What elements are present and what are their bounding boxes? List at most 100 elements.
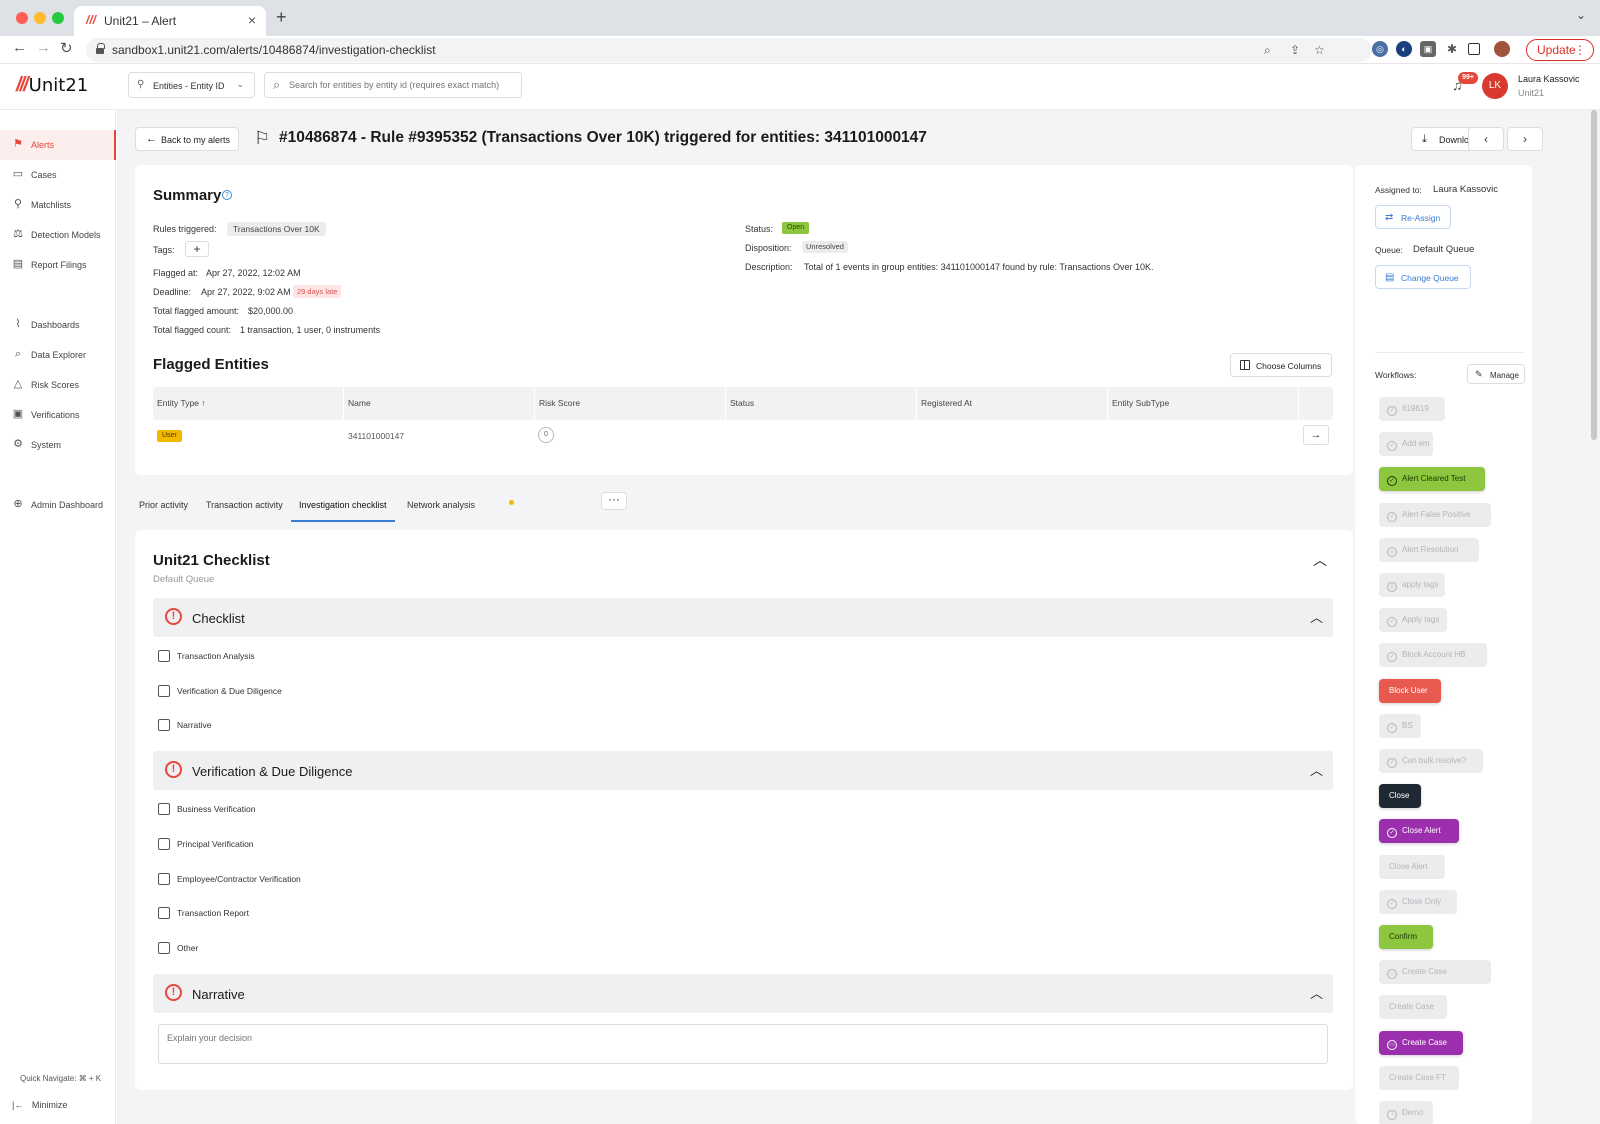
sidebar-item-system[interactable]: ⚙ System — [0, 430, 116, 460]
sidebar-item-verifications[interactable]: ▣ Verifications — [0, 400, 116, 430]
workflow-button[interactable]: ▭ Create Case — [1379, 1030, 1463, 1055]
choose-columns-button[interactable]: Choose Columns — [1230, 353, 1332, 377]
column-header[interactable]: Entity Type ↑ — [153, 387, 344, 420]
sidebar-item-report-filings[interactable]: ▤ Report Filings — [0, 250, 116, 280]
checkbox[interactable] — [158, 907, 170, 919]
extension-icon[interactable]: ▣ — [1420, 41, 1436, 57]
checklist-subtitle: Default Queue — [153, 574, 215, 585]
back-arrow-icon[interactable]: ← — [12, 39, 27, 56]
url-field[interactable]: sandbox1.unit21.com/alerts/10486874/inve… — [86, 38, 1372, 62]
browser-update-button[interactable]: Update ⋮ — [1526, 39, 1594, 61]
tab-network-analysis[interactable]: Network analysis — [407, 500, 475, 522]
checkbox[interactable] — [158, 650, 170, 662]
workflow-button[interactable]: ✓ 619619 — [1379, 397, 1445, 421]
browser-tab[interactable]: /// Unit21 – Alert × — [74, 6, 266, 36]
tab-transaction-activity[interactable]: Transaction activity — [206, 500, 283, 522]
workflow-button[interactable]: ✓ Add em — [1379, 432, 1433, 457]
column-header[interactable]: Entity SubType — [1108, 387, 1299, 420]
reassign-button[interactable]: ⇄ Re-Assign — [1375, 205, 1451, 229]
workflow-button[interactable]: ▭ Create Case — [1379, 960, 1491, 985]
workflow-button[interactable]: Create Case — [1379, 995, 1447, 1020]
share-icon[interactable]: ⇪ — [1290, 43, 1300, 57]
manage-workflows-button[interactable]: ✎ Manage — [1467, 364, 1525, 384]
sidebar-item-admin-dashboard[interactable]: ⊕ Admin Dashboard — [0, 490, 116, 520]
workflow-button[interactable]: ✓ Block Account HB — [1379, 643, 1487, 668]
tab-investigation-checklist[interactable]: Investigation checklist — [291, 500, 395, 522]
extension-icon[interactable]: ◐ — [1396, 41, 1412, 57]
sidebar-item-data-explorer[interactable]: ⌕ Data Explorer — [0, 340, 116, 370]
check-circle-icon: ✓ — [1387, 722, 1397, 733]
window-minimize-button[interactable] — [34, 12, 46, 24]
unit21-logo[interactable]: ///Unit21 — [16, 74, 88, 98]
sidebar-item-cases[interactable]: ▭ Cases — [0, 160, 116, 190]
checkbox[interactable] — [158, 719, 170, 731]
rule-chip[interactable]: Transactions Over 10K — [227, 222, 326, 236]
checkbox[interactable] — [158, 685, 170, 697]
workflow-button[interactable]: Confirm — [1379, 925, 1433, 949]
tab-close-icon[interactable]: × — [248, 12, 256, 28]
tab-list-chevron-icon[interactable]: ⌄ — [1576, 8, 1586, 22]
sidebar-item-dashboards[interactable]: ⌇ Dashboards — [0, 310, 116, 340]
add-tag-button[interactable]: + — [185, 241, 209, 257]
bookmark-star-icon[interactable]: ☆ — [1314, 43, 1325, 57]
help-icon[interactable]: ? — [222, 190, 232, 200]
column-header[interactable]: Registered At — [917, 387, 1108, 420]
checkbox[interactable] — [158, 873, 170, 885]
sidepanel-icon[interactable] — [1468, 43, 1480, 55]
workflow-button[interactable]: ✓ Can bulk resolve? — [1379, 749, 1483, 773]
collapse-checklist-chevron-up-icon[interactable]: ︿ — [1313, 550, 1327, 570]
window-close-button[interactable] — [16, 12, 28, 24]
checkbox[interactable] — [158, 942, 170, 954]
workflow-button[interactable]: ✓ BS — [1379, 713, 1421, 738]
sidebar-item-matchlists[interactable]: ⚲ Matchlists — [0, 190, 116, 220]
entity-search-type-select[interactable]: ⚲ Entities - Entity ID ⌄ — [128, 72, 255, 98]
workflow-button[interactable]: ✓ Alert False Positive — [1379, 502, 1491, 527]
previous-alert-button[interactable]: ‹ — [1468, 127, 1504, 151]
entity-search-input[interactable] — [289, 76, 517, 94]
workflow-button[interactable]: ◇ Alert Resolution — [1379, 537, 1479, 562]
next-alert-button[interactable]: › — [1507, 127, 1543, 151]
checkbox[interactable] — [158, 803, 170, 815]
tab-prior-activity[interactable]: Prior activity — [139, 500, 188, 522]
checklist-section-header[interactable]: ! Checklist ︿ — [153, 598, 1333, 637]
open-entity-button[interactable]: → — [1303, 425, 1329, 445]
reload-icon[interactable]: ↻ — [60, 39, 73, 57]
workflow-button[interactable]: ✓ Close Alert — [1379, 819, 1459, 844]
new-tab-icon[interactable]: + — [276, 7, 287, 28]
user-swap-icon: ⇄ — [1385, 212, 1394, 223]
workflow-button[interactable]: ✓ Alert Cleared Test — [1379, 467, 1485, 492]
checkbox[interactable] — [158, 838, 170, 850]
verification-section-header[interactable]: ! Verification & Due Diligence ︿ — [153, 751, 1333, 790]
puzzle-icon[interactable]: ✱ — [1444, 41, 1460, 57]
sidebar-item-detection-models[interactable]: ⚖ Detection Models — [0, 220, 116, 250]
column-header[interactable]: Status — [726, 387, 917, 420]
column-header[interactable]: Risk Score — [535, 387, 726, 420]
window-maximize-button[interactable] — [52, 12, 64, 24]
table-row[interactable]: User 341101000147 0 → — [153, 420, 1333, 452]
sidebar-item-risk-scores[interactable]: △ Risk Scores — [0, 370, 116, 400]
workflow-button[interactable]: ◇ apply tags — [1379, 573, 1445, 597]
extension-icon[interactable]: ◎ — [1372, 41, 1388, 57]
workflow-button[interactable]: Close — [1379, 784, 1421, 809]
download-icon: ⤓ — [1422, 133, 1427, 145]
more-tabs-button[interactable]: ··· — [601, 492, 627, 510]
zoom-icon[interactable]: ⌕ — [1264, 43, 1271, 58]
sidebar-item-alerts[interactable]: ⚑ Alerts — [0, 130, 116, 160]
change-queue-button[interactable]: ▤ Change Queue — [1375, 265, 1471, 289]
workflow-button[interactable]: Create Case FT — [1379, 1065, 1459, 1090]
workflow-button[interactable]: ◔ Demo — [1379, 1101, 1433, 1124]
page-scrollbar[interactable] — [1591, 110, 1597, 440]
workflow-button[interactable]: Close Alert — [1379, 854, 1445, 879]
column-header[interactable]: Name — [344, 387, 535, 420]
workflow-button[interactable]: Block User — [1379, 678, 1441, 703]
narrative-section-header[interactable]: ! Narrative ︿ — [153, 974, 1333, 1013]
back-to-alerts-button[interactable]: ← Back to my alerts — [135, 127, 239, 151]
minimize-sidebar-button[interactable]: |← Minimize — [12, 1100, 67, 1110]
workflow-button[interactable]: ✓ Close Only — [1379, 889, 1457, 914]
avatar[interactable]: LK — [1482, 73, 1508, 99]
workflow-button[interactable]: ✓ Apply tags — [1379, 608, 1447, 633]
profile-avatar-icon[interactable] — [1494, 41, 1510, 57]
narrative-textarea[interactable] — [158, 1024, 1328, 1064]
forward-arrow-icon[interactable]: → — [36, 39, 51, 56]
bell-icon: ◔ — [1387, 1110, 1397, 1120]
